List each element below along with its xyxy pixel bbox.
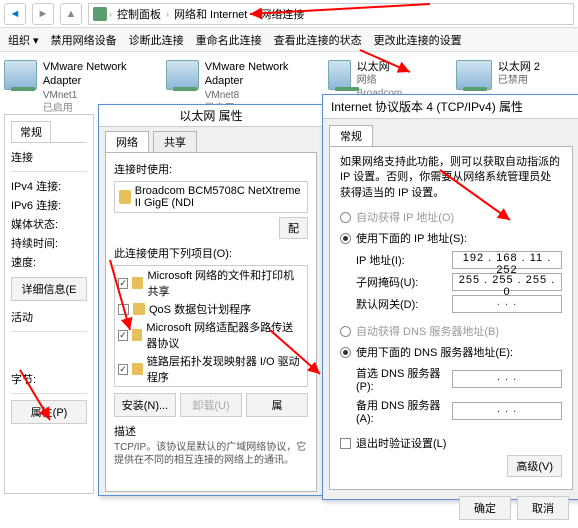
dns2-input[interactable]: . . . xyxy=(452,402,562,420)
chevron-right-icon: › xyxy=(252,9,255,19)
bytes-label: 字节: xyxy=(11,371,87,387)
connect-using-label: 连接时使用: xyxy=(114,161,308,177)
breadcrumb-seg[interactable]: 控制面板 xyxy=(114,6,164,22)
adapter-name: VMware Network Adapter xyxy=(43,60,156,89)
explorer-topbar: ◄ ► ▲ › 控制面板 › 网络和 Internet › 网络连接 xyxy=(0,0,578,28)
list-item[interactable]: ✓Microsoft 网络的文件和打印机共享 xyxy=(115,266,307,300)
checkbox-icon[interactable]: ✓ xyxy=(118,330,128,341)
radio-icon xyxy=(340,233,351,244)
status-row: 速度: xyxy=(11,254,87,270)
checkbox-icon[interactable] xyxy=(118,304,129,315)
radio-icon xyxy=(340,212,351,223)
manual-ip-radio[interactable]: 使用下面的 IP 地址(S): xyxy=(340,230,562,246)
checkbox-icon[interactable]: ✓ xyxy=(118,364,128,375)
component-icon xyxy=(133,303,145,315)
items-label: 此连接使用下列项目(O): xyxy=(114,245,308,261)
dns2-label: 备用 DNS 服务器(A): xyxy=(356,397,446,425)
adapter-field: Broadcom BCM5708C NetXtreme II GigE (NDI xyxy=(114,181,308,213)
gateway-label: 默认网关(D): xyxy=(356,296,446,312)
subnet-mask-label: 子网掩码(U): xyxy=(356,274,446,290)
control-panel-icon xyxy=(93,7,107,21)
network-adapter-icon xyxy=(456,60,492,90)
breadcrumb-seg[interactable]: 网络和 Internet xyxy=(171,6,250,22)
checkbox-icon xyxy=(340,438,351,449)
nic-icon xyxy=(119,190,131,204)
checkbox-icon[interactable]: ✓ xyxy=(118,278,128,289)
nav-back-button[interactable]: ◄ xyxy=(4,3,26,25)
ethernet-properties-dialog: 以太网 属性 网络 共享 连接时使用: Broadcom BCM5708C Ne… xyxy=(98,104,324,496)
component-icon xyxy=(132,277,143,289)
list-item[interactable]: ✓链路层拓扑发现映射器 I/O 驱动程序 xyxy=(115,352,307,386)
rename[interactable]: 重命名此连接 xyxy=(196,32,262,48)
network-adapter-icon xyxy=(4,60,37,90)
section-title: 连接 xyxy=(11,149,87,165)
adapter-name: VMware Network Adapter xyxy=(205,60,318,89)
section-title: 活动 xyxy=(11,309,87,325)
diagnose[interactable]: 诊断此连接 xyxy=(129,32,184,48)
adapter-name: 以太网 xyxy=(357,60,446,74)
status-panel: 常规 连接 IPv4 连接: IPv6 连接: 媒体状态: 持续时间: 速度: … xyxy=(4,114,94,494)
properties-button[interactable]: 属性(P) xyxy=(11,400,87,424)
tab-general[interactable]: 常规 xyxy=(11,121,51,142)
status-row: IPv4 连接: xyxy=(11,178,87,194)
validate-checkbox[interactable]: 退出时验证设置(L) xyxy=(340,435,562,451)
status-row: IPv6 连接: xyxy=(11,197,87,213)
description-group: 描述 TCP/IP。该协议是默认的广域网络协议，它提供在不同的相互连接的网络上的… xyxy=(114,423,308,467)
tab-sharing[interactable]: 共享 xyxy=(153,131,197,152)
uninstall-button[interactable]: 卸载(U) xyxy=(180,393,242,417)
install-button[interactable]: 安装(N)... xyxy=(114,393,176,417)
component-icon xyxy=(132,363,143,375)
nav-forward-button[interactable]: ► xyxy=(32,3,54,25)
ipv4-description: 如果网络支持此功能，则可以获取自动指派的 IP 设置。否则，你需要从网络系统管理… xyxy=(340,155,562,201)
network-adapter-icon xyxy=(328,60,351,90)
adapter-sub: 已禁用 xyxy=(498,74,540,87)
breadcrumb[interactable]: › 控制面板 › 网络和 Internet › 网络连接 xyxy=(88,3,574,25)
ip-address-label: IP 地址(I): xyxy=(356,252,446,268)
tab-general[interactable]: 常规 xyxy=(329,125,373,146)
subnet-mask-input[interactable]: 255 . 255 . 255 . 0 xyxy=(452,273,562,291)
organize-menu[interactable]: 组织 ▾ xyxy=(8,32,39,48)
list-item[interactable]: QoS 数据包计划程序 xyxy=(115,300,307,318)
adapter-sub: VMnet1 xyxy=(43,89,156,102)
adapter-name: 以太网 2 xyxy=(498,60,540,74)
description-title: 描述 xyxy=(114,423,308,439)
list-item[interactable]: ✓链路层拓扑发现响应程序 xyxy=(115,386,307,387)
nav-up-button[interactable]: ▲ xyxy=(60,3,82,25)
view-status[interactable]: 查看此连接的状态 xyxy=(274,32,362,48)
chevron-right-icon: › xyxy=(166,9,169,19)
radio-icon xyxy=(340,326,351,337)
radio-icon xyxy=(340,347,351,358)
list-item[interactable]: ✓Microsoft 网络适配器多路传送器协议 xyxy=(115,318,307,352)
auto-ip-radio[interactable]: 自动获得 IP 地址(O) xyxy=(340,209,562,225)
ipv4-properties-dialog: Internet 协议版本 4 (TCP/IPv4) 属性 常规 如果网络支持此… xyxy=(322,94,578,500)
disable-device[interactable]: 禁用网络设备 xyxy=(51,32,117,48)
dns1-input[interactable]: . . . xyxy=(452,370,562,388)
network-adapter-icon xyxy=(166,60,199,90)
change-settings[interactable]: 更改此连接的设置 xyxy=(374,32,462,48)
details-button[interactable]: 详细信息(E xyxy=(11,277,87,301)
breadcrumb-seg[interactable]: 网络连接 xyxy=(257,6,307,22)
chevron-right-icon: › xyxy=(109,9,112,19)
component-list[interactable]: ✓Microsoft 网络的文件和打印机共享 QoS 数据包计划程序 ✓Micr… xyxy=(114,265,308,387)
dialog-title: Internet 协议版本 4 (TCP/IPv4) 属性 xyxy=(323,95,578,119)
component-icon xyxy=(132,329,143,341)
adapter-sub: VMnet8 xyxy=(205,89,318,102)
description-text: TCP/IP。该协议是默认的广域网络协议，它提供在不同的相互连接的网络上的通讯。 xyxy=(114,441,308,467)
status-row: 持续时间: xyxy=(11,235,87,251)
manual-dns-radio[interactable]: 使用下面的 DNS 服务器地址(E): xyxy=(340,344,562,360)
item-properties-button[interactable]: 属 xyxy=(246,393,308,417)
configure-button[interactable]: 配 xyxy=(279,217,308,239)
adapter-text: Broadcom BCM5708C NetXtreme II GigE (NDI xyxy=(135,185,303,209)
auto-dns-radio[interactable]: 自动获得 DNS 服务器地址(B) xyxy=(340,323,562,339)
ip-address-input[interactable]: 192 . 168 . 11 . 252 xyxy=(452,251,562,269)
status-row: 媒体状态: xyxy=(11,216,87,232)
adapter-sub: 网络 xyxy=(357,74,446,87)
dns1-label: 首选 DNS 服务器(P): xyxy=(356,365,446,393)
dialog-title: 以太网 属性 xyxy=(99,105,323,127)
toolbar: 组织 ▾ 禁用网络设备 诊断此连接 重命名此连接 查看此连接的状态 更改此连接的… xyxy=(0,28,578,52)
advanced-button[interactable]: 高级(V) xyxy=(507,455,562,477)
gateway-input[interactable]: . . . xyxy=(452,295,562,313)
tab-network[interactable]: 网络 xyxy=(105,131,149,152)
